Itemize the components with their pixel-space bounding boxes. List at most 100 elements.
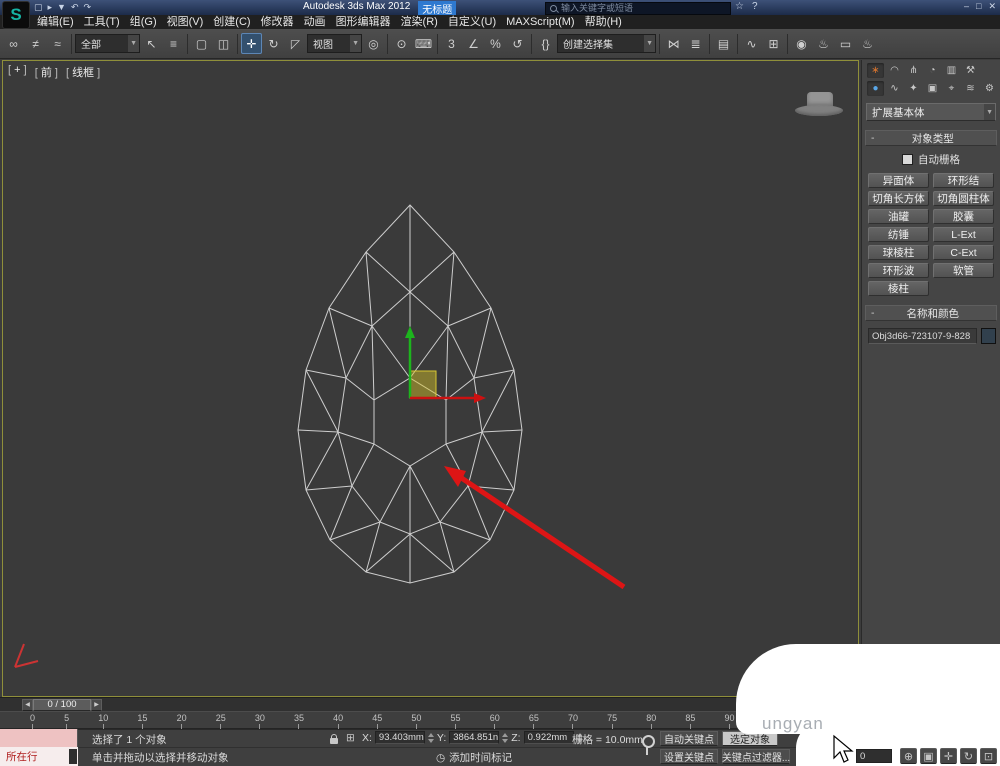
edit-named-sets-icon[interactable]: {} xyxy=(535,33,556,54)
render-setup-icon[interactable]: ♨ xyxy=(813,33,834,54)
previous-frame-icon[interactable]: ◀ xyxy=(22,699,33,711)
help-icon[interactable]: ? xyxy=(752,1,758,12)
rollout-name-color[interactable]: - 名称和颜色 xyxy=(865,305,997,321)
tab-hierarchy[interactable]: ⋔ xyxy=(905,63,922,78)
time-slider-handle[interactable]: 0 / 100 xyxy=(33,699,91,711)
viewport-menu-shading[interactable]: 线框 xyxy=(66,64,100,80)
percent-snap-icon[interactable]: % xyxy=(485,33,506,54)
select-object-icon[interactable]: ↖ xyxy=(141,33,162,54)
app-menu-logo-icon[interactable]: S xyxy=(2,1,30,29)
object-type-button[interactable]: 环形波 xyxy=(868,263,929,278)
next-frame-icon[interactable]: ▶ xyxy=(91,699,102,711)
tab-display[interactable]: ▥ xyxy=(943,63,960,78)
rendered-frame-window-icon[interactable]: ▭ xyxy=(835,33,856,54)
zoom-extents-icon[interactable]: ▣ xyxy=(920,748,937,764)
material-editor-icon[interactable]: ◉ xyxy=(791,33,812,54)
object-type-button[interactable]: 油罐 xyxy=(868,209,929,224)
object-type-button[interactable]: 切角长方体 xyxy=(868,191,929,206)
schematic-view-icon[interactable]: ⊞ xyxy=(763,33,784,54)
render-production-icon[interactable]: ♨ xyxy=(857,33,878,54)
viewcube-widget[interactable] xyxy=(795,92,845,128)
object-type-button[interactable]: 球棱柱 xyxy=(868,245,929,260)
time-slider-track[interactable]: ◀ 0 / 100 ▶ xyxy=(0,697,859,711)
menu-item[interactable]: 视图(V) xyxy=(162,15,209,29)
menu-item[interactable]: 动画 xyxy=(299,15,331,29)
unlink-selection-icon[interactable]: ≠ xyxy=(25,33,46,54)
window-crossing-icon[interactable]: ◫ xyxy=(213,33,234,54)
maximize-viewport-icon[interactable]: ⊡ xyxy=(980,748,997,764)
category-helpers-icon[interactable]: ⌖ xyxy=(943,81,960,96)
tab-utilities[interactable]: ⚒ xyxy=(962,63,979,78)
object-type-button[interactable]: 异面体 xyxy=(868,173,929,188)
save-file-icon[interactable]: ▼ xyxy=(57,1,66,14)
select-by-name-icon[interactable]: ≡ xyxy=(163,33,184,54)
curve-editor-icon[interactable]: ∿ xyxy=(741,33,762,54)
use-pivot-center-icon[interactable]: ◎ xyxy=(363,33,384,54)
snaps-toggle-icon[interactable]: 3 xyxy=(441,33,462,54)
minimize-icon[interactable]: – xyxy=(964,1,969,12)
menu-item[interactable]: 组(G) xyxy=(125,15,162,29)
category-spacewarps-icon[interactable]: ≋ xyxy=(962,81,979,96)
communities-star-icon[interactable]: ☆ xyxy=(735,1,744,12)
object-type-button[interactable]: L-Ext xyxy=(933,227,994,242)
object-type-button[interactable]: 纺锤 xyxy=(868,227,929,242)
tab-motion[interactable]: ◔ xyxy=(924,63,941,78)
layer-manager-icon[interactable]: ▤ xyxy=(713,33,734,54)
viewport-menu-view[interactable]: 前 xyxy=(35,64,58,80)
y-coordinate-input[interactable]: 3864.851n xyxy=(449,731,499,744)
listener-grip[interactable] xyxy=(69,749,77,764)
object-name-input[interactable]: Obj3d66-723107-9-828 xyxy=(868,328,977,344)
autogrid-checkbox[interactable] xyxy=(902,154,913,165)
close-icon[interactable]: ✕ xyxy=(988,1,996,12)
z-coordinate-input[interactable]: 0.922mm xyxy=(524,731,574,744)
select-and-manipulate-icon[interactable]: ⊙ xyxy=(391,33,412,54)
object-type-button[interactable]: 胶囊 xyxy=(933,209,994,224)
rollout-object-type[interactable]: - 对象类型 xyxy=(865,130,997,146)
macro-recorder-field[interactable] xyxy=(0,729,78,747)
reference-coordinate-dropdown[interactable]: 视图▼ xyxy=(307,34,362,53)
track-bar[interactable]: 0510152025303540455055606570758085909510… xyxy=(0,711,859,729)
select-and-rotate-icon[interactable]: ↻ xyxy=(263,33,284,54)
undo-icon[interactable]: ↶ xyxy=(71,1,79,14)
menu-item[interactable]: 渲染(R) xyxy=(396,15,443,29)
bind-to-space-warp-icon[interactable]: ≈ xyxy=(47,33,68,54)
menu-item[interactable]: MAXScript(M) xyxy=(501,15,579,29)
redo-icon[interactable]: ↷ xyxy=(84,1,92,14)
absolute-mode-toggle-icon[interactable]: ⊞ xyxy=(346,732,355,744)
category-systems-icon[interactable]: ⚙ xyxy=(981,81,998,96)
object-type-button[interactable]: 棱柱 xyxy=(868,281,929,296)
object-type-button[interactable]: 软管 xyxy=(933,263,994,278)
selection-filter-dropdown[interactable]: 全部▼ xyxy=(75,34,140,53)
current-frame-input[interactable]: 0 xyxy=(856,749,892,763)
new-file-icon[interactable]: ▢ xyxy=(34,1,43,14)
object-type-button[interactable]: 切角圆柱体 xyxy=(933,191,994,206)
object-color-swatch[interactable] xyxy=(981,328,996,344)
named-selection-sets-dropdown[interactable]: 创建选择集▼ xyxy=(557,34,656,53)
move-gizmo[interactable] xyxy=(405,326,486,403)
viewport-canvas[interactable] xyxy=(2,60,859,697)
open-file-icon[interactable]: ▸ xyxy=(48,1,53,14)
menu-item[interactable]: 编辑(E) xyxy=(32,15,79,29)
category-shapes-icon[interactable]: ∿ xyxy=(886,81,903,96)
add-time-tag[interactable]: ◷ 添加时间标记 xyxy=(436,750,512,765)
mirror-icon[interactable]: ⋈ xyxy=(663,33,684,54)
key-filters-button[interactable]: 关键点过滤器... xyxy=(722,749,790,764)
auto-key-button[interactable]: 自动关键点 xyxy=(660,731,718,746)
category-lights-icon[interactable]: ✦ xyxy=(905,81,922,96)
keyboard-override-icon[interactable]: ⌨ xyxy=(413,33,434,54)
tab-modify[interactable]: ◠ xyxy=(886,63,903,78)
orbit-icon[interactable]: ↻ xyxy=(960,748,977,764)
maximize-icon[interactable]: □ xyxy=(976,1,981,12)
x-coordinate-input[interactable]: 93.403mm xyxy=(375,731,425,744)
menu-item[interactable]: 创建(C) xyxy=(208,15,255,29)
menu-item[interactable]: 工具(T) xyxy=(79,15,125,29)
select-and-move-icon[interactable]: ✛ xyxy=(241,33,262,54)
geometry-category-dropdown[interactable]: 扩展基本体▼ xyxy=(866,103,996,121)
align-icon[interactable]: ≣ xyxy=(685,33,706,54)
object-type-button[interactable]: C-Ext xyxy=(933,245,994,260)
select-and-link-icon[interactable]: ∞ xyxy=(3,33,24,54)
spinner-snap-icon[interactable]: ↺ xyxy=(507,33,528,54)
help-search-input[interactable]: 输入关键字或短语 xyxy=(545,2,731,15)
maxscript-mini-listener[interactable]: 所在行 xyxy=(0,747,78,766)
category-geometry-icon[interactable]: ● xyxy=(867,81,884,96)
